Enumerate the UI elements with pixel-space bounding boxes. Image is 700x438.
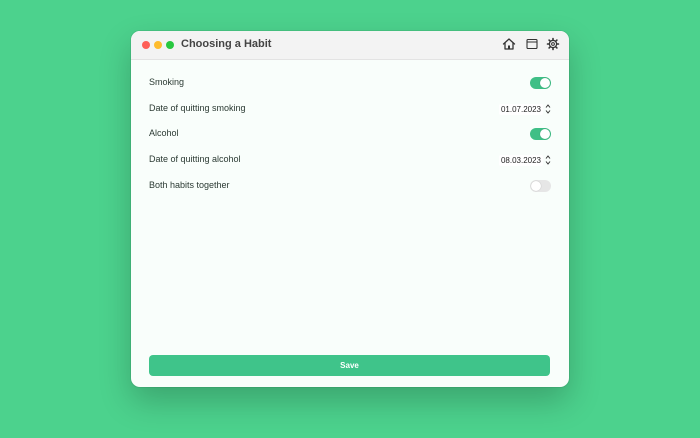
window-icon[interactable] bbox=[525, 37, 539, 51]
both-habits-row: Both habits together bbox=[149, 177, 551, 197]
both-habits-label: Both habits together bbox=[149, 180, 230, 190]
smoking-date-row: Date of quitting smoking 01.07.2023 bbox=[149, 100, 551, 120]
gear-icon[interactable] bbox=[546, 37, 560, 51]
smoking-label: Smoking bbox=[149, 77, 185, 87]
smoking-toggle[interactable] bbox=[530, 77, 551, 89]
date-stepper-icon[interactable] bbox=[545, 103, 551, 115]
date-stepper-icon[interactable] bbox=[545, 154, 551, 166]
toggle-knob bbox=[531, 181, 541, 191]
both-habits-toggle[interactable] bbox=[530, 180, 551, 192]
maximize-window-button[interactable] bbox=[166, 41, 174, 49]
alcohol-date-picker[interactable]: 08.03.2023 bbox=[498, 153, 551, 167]
close-window-button[interactable] bbox=[142, 41, 150, 49]
minimize-window-button[interactable] bbox=[154, 41, 162, 49]
window-title: Choosing a Habit bbox=[181, 38, 272, 50]
home-icon[interactable] bbox=[502, 37, 516, 51]
smoking-date-picker[interactable]: 01.07.2023 bbox=[498, 102, 551, 116]
smoking-date-label: Date of quitting smoking bbox=[149, 103, 246, 113]
toggle-knob bbox=[540, 78, 550, 88]
toggle-knob bbox=[540, 129, 550, 139]
alcohol-label: Alcohol bbox=[149, 128, 179, 138]
smoking-row: Smoking bbox=[149, 74, 551, 94]
save-button[interactable]: Save bbox=[149, 355, 550, 376]
alcohol-date-value[interactable]: 08.03.2023 bbox=[498, 154, 543, 166]
alcohol-date-label: Date of quitting alcohol bbox=[149, 154, 241, 164]
title-bar: Choosing a Habit bbox=[131, 31, 569, 60]
alcohol-toggle[interactable] bbox=[530, 128, 551, 140]
app-window: Choosing a Habit Smoking Date of quittin… bbox=[131, 31, 569, 387]
smoking-date-value[interactable]: 01.07.2023 bbox=[498, 103, 543, 115]
alcohol-row: Alcohol bbox=[149, 125, 551, 145]
alcohol-date-row: Date of quitting alcohol 08.03.2023 bbox=[149, 151, 551, 171]
